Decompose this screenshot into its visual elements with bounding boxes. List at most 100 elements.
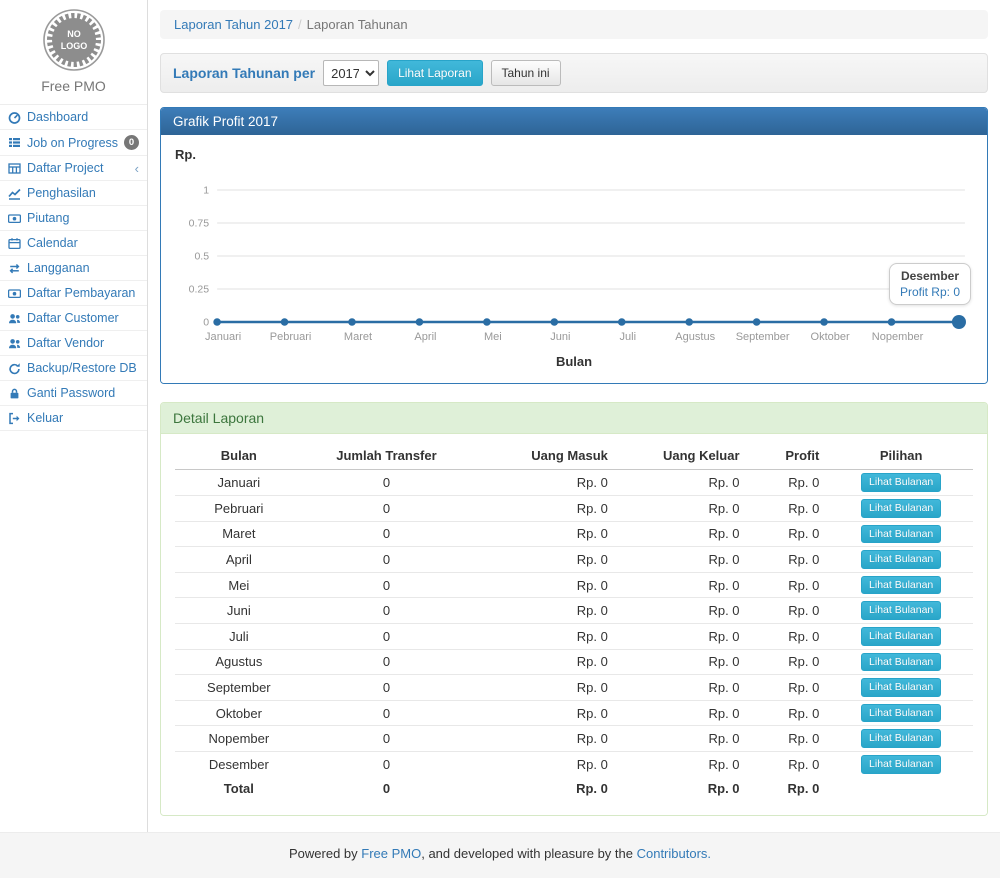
table-header-row: Bulan Jumlah Transfer Uang Masuk Uang Ke… — [175, 442, 973, 470]
profit-line-chart: 00.250.50.751JanuariPebruariMaretAprilMe… — [173, 164, 975, 352]
sidebar-item-label: Penghasilan — [27, 186, 96, 200]
sidebar-item-piutang[interactable]: Piutang — [0, 206, 147, 231]
sidebar-item-ganti-password[interactable]: Ganti Password — [0, 381, 147, 406]
lihat-bulanan-button[interactable]: Lihat Bulanan — [861, 525, 941, 544]
lihat-bulanan-button[interactable]: Lihat Bulanan — [861, 550, 941, 569]
cell-uang_keluar: Rp. 0 — [618, 726, 750, 752]
sidebar-item-daftar-vendor[interactable]: Daftar Vendor — [0, 331, 147, 356]
content-row: NO LOGO Free PMO DashboardJob on Progres… — [0, 0, 1000, 832]
main-content: Laporan Tahun 2017/Laporan Tahunan Lapor… — [148, 0, 1000, 832]
cell-pilihan: Lihat Bulanan — [829, 700, 973, 726]
year-select[interactable]: 2017 — [323, 60, 379, 86]
breadcrumb-separator: / — [298, 17, 302, 32]
total-label: Total — [175, 777, 303, 801]
sidebar-item-daftar-project[interactable]: Daftar Project‹ — [0, 156, 147, 181]
lihat-bulanan-button[interactable]: Lihat Bulanan — [861, 576, 941, 595]
table-row: Maret0Rp. 0Rp. 0Rp. 0Lihat Bulanan — [175, 521, 973, 547]
col-header-bulan: Bulan — [175, 442, 303, 470]
cell-pilihan: Lihat Bulanan — [829, 649, 973, 675]
footer-text-before: Powered by — [289, 846, 361, 861]
cell-jumlah_transfer: 0 — [303, 751, 471, 776]
job-count-badge: 0 — [124, 135, 139, 150]
chart-line-icon — [8, 187, 22, 200]
tahun-ini-button[interactable]: Tahun ini — [491, 60, 561, 86]
footer-link-free-pmo[interactable]: Free PMO — [361, 846, 421, 861]
table-row: Desember0Rp. 0Rp. 0Rp. 0Lihat Bulanan — [175, 751, 973, 776]
chart-tooltip: Desember Profit Rp: 0 — [889, 263, 971, 305]
detail-panel-title: Detail Laporan — [161, 403, 987, 434]
cell-bulan: Januari — [175, 470, 303, 496]
sidebar-item-daftar-customer[interactable]: Daftar Customer — [0, 306, 147, 331]
sidebar-item-label: Ganti Password — [27, 386, 115, 400]
lihat-bulanan-button[interactable]: Lihat Bulanan — [861, 627, 941, 646]
total-uang-keluar: Rp. 0 — [618, 777, 750, 801]
lihat-bulanan-button[interactable]: Lihat Bulanan — [861, 678, 941, 697]
footer-link-contributors[interactable]: Contributors. — [637, 846, 711, 861]
lihat-bulanan-button[interactable]: Lihat Bulanan — [861, 653, 941, 672]
lihat-bulanan-button[interactable]: Lihat Bulanan — [861, 704, 941, 723]
cell-jumlah_transfer: 0 — [303, 623, 471, 649]
cell-pilihan: Lihat Bulanan — [829, 751, 973, 776]
table-row: Pebruari0Rp. 0Rp. 0Rp. 0Lihat Bulanan — [175, 495, 973, 521]
cell-bulan: Nopember — [175, 726, 303, 752]
money-icon — [8, 212, 22, 225]
detail-laporan-panel: Detail Laporan Bulan Jumlah Transfer Uan… — [160, 402, 988, 815]
lihat-bulanan-button[interactable]: Lihat Bulanan — [861, 729, 941, 748]
table-row: Januari0Rp. 0Rp. 0Rp. 0Lihat Bulanan — [175, 470, 973, 496]
svg-text:0: 0 — [203, 317, 209, 329]
lihat-laporan-button[interactable]: Lihat Laporan — [387, 60, 482, 86]
filter-bar: Laporan Tahunan per 2017 Lihat Laporan T… — [160, 53, 988, 93]
cell-uang_keluar: Rp. 0 — [618, 623, 750, 649]
sidebar-item-langganan[interactable]: Langganan — [0, 256, 147, 281]
lihat-bulanan-button[interactable]: Lihat Bulanan — [861, 473, 941, 492]
detail-panel-body: Bulan Jumlah Transfer Uang Masuk Uang Ke… — [161, 434, 987, 814]
sidebar-item-calendar[interactable]: Calendar — [0, 231, 147, 256]
table-row: Oktober0Rp. 0Rp. 0Rp. 0Lihat Bulanan — [175, 700, 973, 726]
cell-uang_masuk: Rp. 0 — [470, 726, 618, 752]
cell-bulan: Desember — [175, 751, 303, 776]
sidebar-item-label: Daftar Customer — [27, 311, 119, 325]
cell-uang_masuk: Rp. 0 — [470, 547, 618, 573]
table-row: Mei0Rp. 0Rp. 0Rp. 0Lihat Bulanan — [175, 572, 973, 598]
cell-pilihan: Lihat Bulanan — [829, 675, 973, 701]
sidebar-item-dashboard[interactable]: Dashboard — [0, 105, 147, 130]
cell-uang_keluar: Rp. 0 — [618, 649, 750, 675]
list-icon — [8, 136, 22, 149]
cell-uang_keluar: Rp. 0 — [618, 598, 750, 624]
cell-profit: Rp. 0 — [750, 598, 830, 624]
sidebar-item-label: Backup/Restore DB — [27, 361, 137, 375]
cell-uang_keluar: Rp. 0 — [618, 572, 750, 598]
cell-jumlah_transfer: 0 — [303, 572, 471, 598]
cell-jumlah_transfer: 0 — [303, 521, 471, 547]
svg-text:1: 1 — [203, 185, 209, 197]
cell-bulan: Mei — [175, 572, 303, 598]
breadcrumb-link-laporan-tahun[interactable]: Laporan Tahun 2017 — [174, 17, 293, 32]
lihat-bulanan-button[interactable]: Lihat Bulanan — [861, 601, 941, 620]
sidebar-item-penghasilan[interactable]: Penghasilan — [0, 181, 147, 206]
svg-text:Agustus: Agustus — [675, 331, 715, 343]
cell-uang_keluar: Rp. 0 — [618, 700, 750, 726]
logo-text-line2: LOGO — [60, 41, 87, 51]
sidebar-item-job-on-progress[interactable]: Job on Progress0 — [0, 130, 147, 156]
sidebar: NO LOGO Free PMO DashboardJob on Progres… — [0, 0, 148, 832]
sidebar-item-backup-restore-db[interactable]: Backup/Restore DB — [0, 356, 147, 381]
cell-profit: Rp. 0 — [750, 649, 830, 675]
table-row: September0Rp. 0Rp. 0Rp. 0Lihat Bulanan — [175, 675, 973, 701]
cell-profit: Rp. 0 — [750, 700, 830, 726]
sidebar-item-keluar[interactable]: Keluar — [0, 406, 147, 431]
sidebar-item-label: Daftar Vendor — [27, 336, 104, 350]
svg-text:Maret: Maret — [344, 331, 372, 343]
cell-jumlah_transfer: 0 — [303, 649, 471, 675]
svg-text:Oktober: Oktober — [810, 331, 850, 343]
col-header-pilihan: Pilihan — [829, 442, 973, 470]
sidebar-item-daftar-pembayaran[interactable]: Daftar Pembayaran — [0, 281, 147, 306]
lihat-bulanan-button[interactable]: Lihat Bulanan — [861, 499, 941, 518]
cell-bulan: April — [175, 547, 303, 573]
lock-icon — [8, 387, 22, 400]
users-icon — [8, 337, 22, 350]
cell-jumlah_transfer: 0 — [303, 547, 471, 573]
lihat-bulanan-button[interactable]: Lihat Bulanan — [861, 755, 941, 774]
cell-profit: Rp. 0 — [750, 572, 830, 598]
table-row: Nopember0Rp. 0Rp. 0Rp. 0Lihat Bulanan — [175, 726, 973, 752]
cell-pilihan: Lihat Bulanan — [829, 547, 973, 573]
